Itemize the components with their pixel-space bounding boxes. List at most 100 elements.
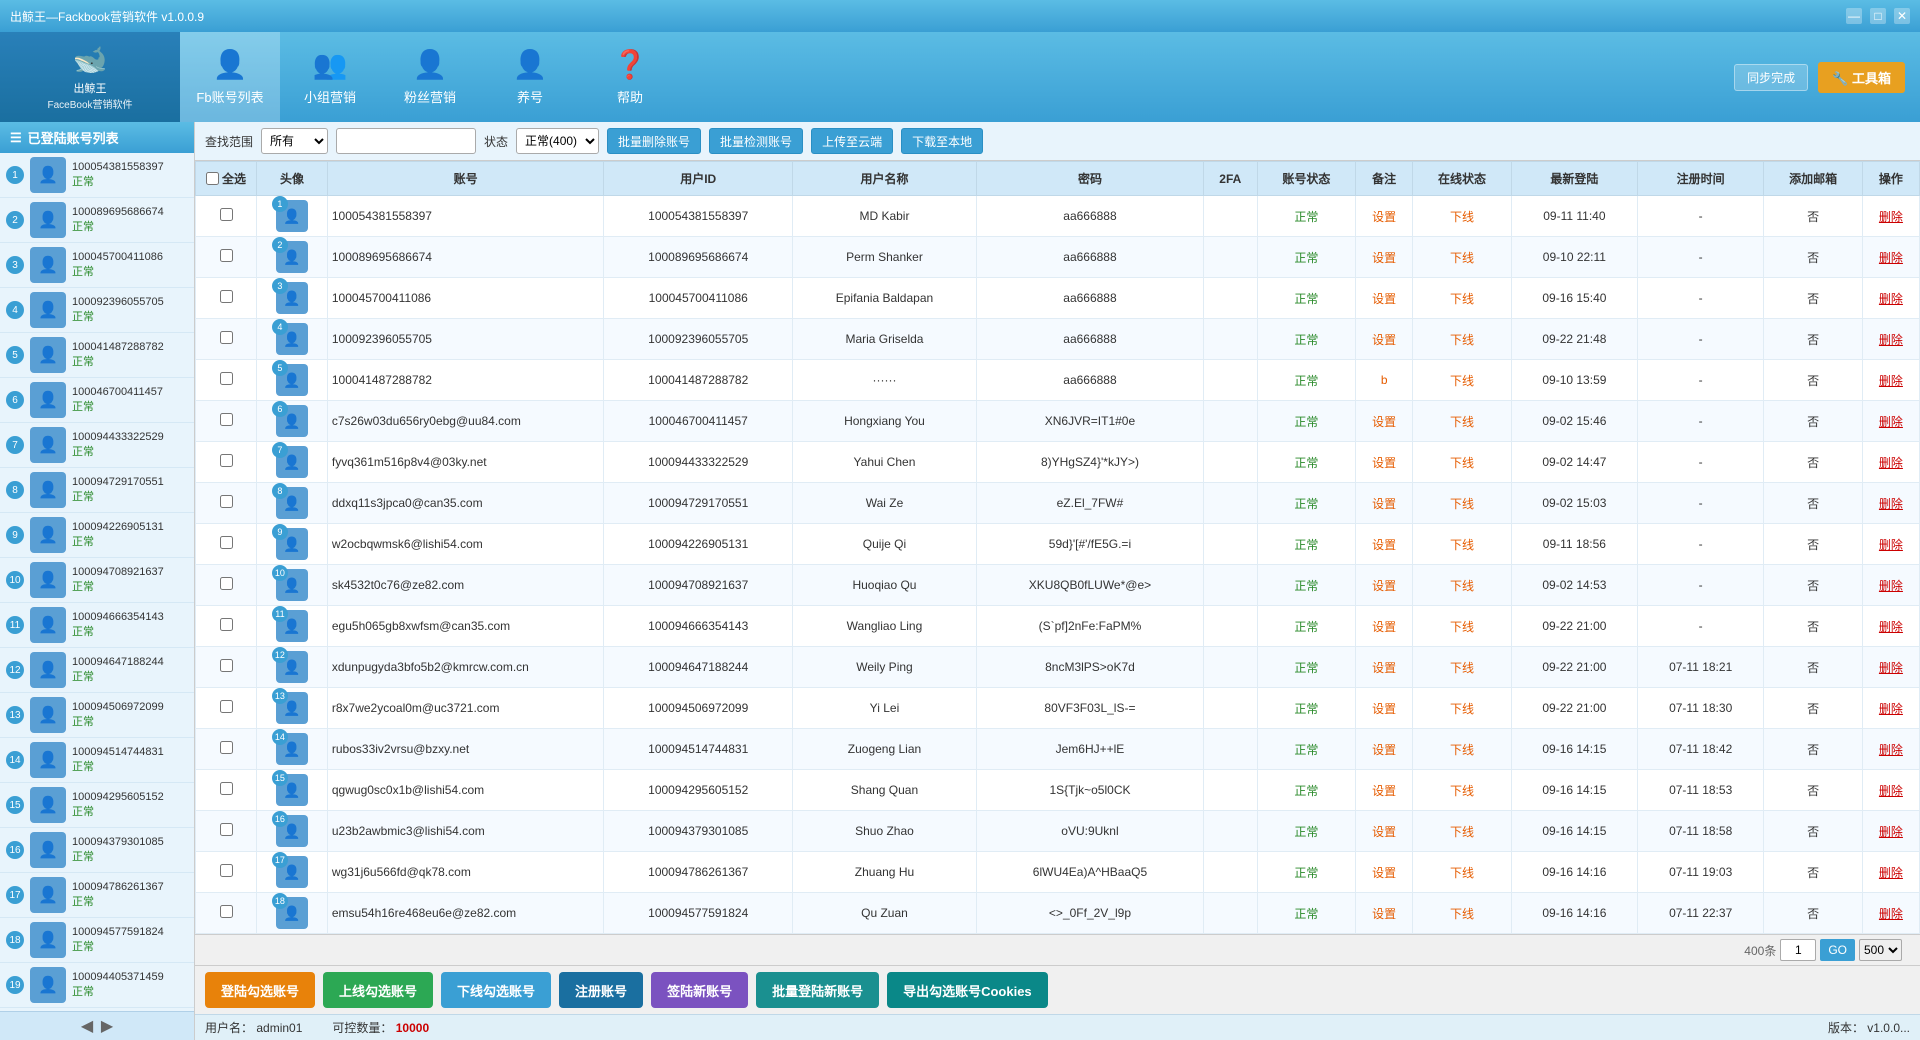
delete-link[interactable]: 删除	[1879, 497, 1903, 511]
delete-link[interactable]: 删除	[1879, 579, 1903, 593]
note-link[interactable]: b	[1381, 373, 1388, 387]
delete-link[interactable]: 删除	[1879, 415, 1903, 429]
note-link[interactable]: 设置	[1372, 251, 1396, 265]
login-selected-button[interactable]: 登陆勾选账号	[205, 972, 315, 1008]
row-checkbox[interactable]	[220, 249, 233, 262]
row-checkbox[interactable]	[220, 208, 233, 221]
row-checkbox[interactable]	[220, 290, 233, 303]
register-button[interactable]: 注册账号	[559, 972, 643, 1008]
search-input[interactable]	[336, 128, 476, 154]
sidebar-item[interactable]: 11 👤 100094666354143 正常	[0, 603, 194, 648]
row-checkbox[interactable]	[220, 372, 233, 385]
delete-link[interactable]: 删除	[1879, 210, 1903, 224]
export-cookies-button[interactable]: 导出勾选账号Cookies	[887, 972, 1048, 1008]
sidebar-item[interactable]: 7 👤 100094433322529 正常	[0, 423, 194, 468]
row-checkbox[interactable]	[220, 495, 233, 508]
note-link[interactable]: 设置	[1372, 907, 1396, 921]
toolbox-button[interactable]: 🔧 工具箱	[1818, 62, 1905, 93]
sidebar-scroll-right[interactable]: ▶	[99, 1016, 115, 1036]
note-link[interactable]: 设置	[1372, 620, 1396, 634]
nav-tab-nurture[interactable]: 👤 养号	[480, 32, 580, 122]
row-checkbox[interactable]	[220, 905, 233, 918]
note-link[interactable]: 设置	[1372, 866, 1396, 880]
note-link[interactable]: 设置	[1372, 292, 1396, 306]
delete-link[interactable]: 删除	[1879, 538, 1903, 552]
offline-selected-button[interactable]: 下线勾选账号	[441, 972, 551, 1008]
note-link[interactable]: 设置	[1372, 743, 1396, 757]
note-link[interactable]: 设置	[1372, 784, 1396, 798]
note-link[interactable]: 设置	[1372, 702, 1396, 716]
batch-check-button[interactable]: 批量检测账号	[709, 128, 803, 154]
row-checkbox[interactable]	[220, 536, 233, 549]
delete-link[interactable]: 删除	[1879, 743, 1903, 757]
note-link[interactable]: 设置	[1372, 497, 1396, 511]
row-checkbox[interactable]	[220, 413, 233, 426]
row-checkbox[interactable]	[220, 454, 233, 467]
note-link[interactable]: 设置	[1372, 538, 1396, 552]
delete-link[interactable]: 删除	[1879, 784, 1903, 798]
sidebar-item[interactable]: 18 👤 100094577591824 正常	[0, 918, 194, 963]
row-checkbox[interactable]	[220, 782, 233, 795]
sidebar-item[interactable]: 13 👤 100094506972099 正常	[0, 693, 194, 738]
nav-tab-help[interactable]: ❓ 帮助	[580, 32, 680, 122]
row-checkbox[interactable]	[220, 618, 233, 631]
download-local-button[interactable]: 下载至本地	[901, 128, 983, 154]
row-checkbox[interactable]	[220, 577, 233, 590]
sidebar-item[interactable]: 12 👤 100094647188244 正常	[0, 648, 194, 693]
note-link[interactable]: 设置	[1372, 825, 1396, 839]
note-link[interactable]: 设置	[1372, 661, 1396, 675]
sidebar-item[interactable]: 1 👤 100054381558397 正常	[0, 153, 194, 198]
nav-tab-fb-accounts[interactable]: 👤 Fb账号列表	[180, 32, 280, 122]
delete-link[interactable]: 删除	[1879, 702, 1903, 716]
delete-link[interactable]: 删除	[1879, 620, 1903, 634]
batch-login-new-button[interactable]: 批量登陆新账号	[756, 972, 879, 1008]
close-button[interactable]: ✕	[1894, 8, 1910, 24]
batch-delete-button[interactable]: 批量删除账号	[607, 128, 701, 154]
nav-tab-group-marketing[interactable]: 👥 小组营销	[280, 32, 380, 122]
sidebar-item[interactable]: 10 👤 100094708921637 正常	[0, 558, 194, 603]
row-checkbox[interactable]	[220, 864, 233, 877]
delete-link[interactable]: 删除	[1879, 661, 1903, 675]
login-new-button[interactable]: 签陆新账号	[651, 972, 748, 1008]
select-all-checkbox[interactable]	[206, 172, 219, 185]
row-checkbox[interactable]	[220, 823, 233, 836]
row-checkbox[interactable]	[220, 700, 233, 713]
sidebar-item[interactable]: 19 👤 100094405371459 正常	[0, 963, 194, 1008]
online-selected-button[interactable]: 上线勾选账号	[323, 972, 433, 1008]
row-checkbox[interactable]	[220, 331, 233, 344]
sidebar-item[interactable]: 9 👤 100094226905131 正常	[0, 513, 194, 558]
row-checkbox[interactable]	[220, 741, 233, 754]
note-link[interactable]: 设置	[1372, 579, 1396, 593]
sidebar-item[interactable]: 14 👤 100094514744831 正常	[0, 738, 194, 783]
minimize-button[interactable]: —	[1846, 8, 1862, 24]
nav-tab-fans-marketing[interactable]: 👤 粉丝营销	[380, 32, 480, 122]
note-link[interactable]: 设置	[1372, 415, 1396, 429]
delete-link[interactable]: 删除	[1879, 866, 1903, 880]
delete-link[interactable]: 删除	[1879, 292, 1903, 306]
delete-link[interactable]: 删除	[1879, 907, 1903, 921]
note-link[interactable]: 设置	[1372, 333, 1396, 347]
note-link[interactable]: 设置	[1372, 456, 1396, 470]
delete-link[interactable]: 删除	[1879, 251, 1903, 265]
sidebar-item[interactable]: 2 👤 100089695686674 正常	[0, 198, 194, 243]
delete-link[interactable]: 删除	[1879, 374, 1903, 388]
sync-button[interactable]: 同步完成	[1734, 64, 1808, 91]
sidebar-scroll-left[interactable]: ◀	[79, 1016, 95, 1036]
note-link[interactable]: 设置	[1372, 210, 1396, 224]
sidebar-item[interactable]: 8 👤 100094729170551 正常	[0, 468, 194, 513]
sidebar-item[interactable]: 17 👤 100094786261367 正常	[0, 873, 194, 918]
sidebar-item[interactable]: 4 👤 100092396055705 正常	[0, 288, 194, 333]
page-size-select[interactable]: 500 100 200	[1859, 939, 1902, 961]
page-number-input[interactable]	[1780, 939, 1816, 961]
sidebar-item[interactable]: 16 👤 100094379301085 正常	[0, 828, 194, 873]
sidebar-item[interactable]: 15 👤 100094295605152 正常	[0, 783, 194, 828]
delete-link[interactable]: 删除	[1879, 456, 1903, 470]
delete-link[interactable]: 删除	[1879, 333, 1903, 347]
page-go-button[interactable]: GO	[1820, 939, 1855, 961]
row-checkbox[interactable]	[220, 659, 233, 672]
sidebar-item[interactable]: 5 👤 100041487288782 正常	[0, 333, 194, 378]
status-select[interactable]: 正常(400) 全部 异常	[516, 128, 599, 154]
maximize-button[interactable]: □	[1870, 8, 1886, 24]
search-range-select[interactable]: 所有 账号 用户名	[261, 128, 328, 154]
upload-cloud-button[interactable]: 上传至云端	[811, 128, 893, 154]
